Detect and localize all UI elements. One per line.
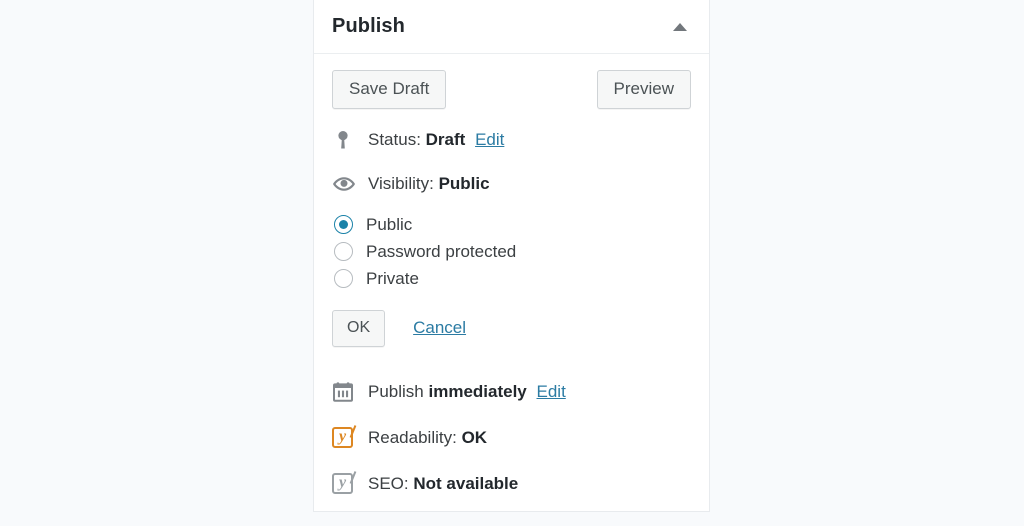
- seo-row: y SEO: Not available: [332, 469, 691, 499]
- visibility-option-private[interactable]: Private: [334, 265, 691, 292]
- visibility-ok-button[interactable]: OK: [332, 310, 386, 347]
- visibility-option-password[interactable]: Password protected: [334, 238, 691, 265]
- seo-label: SEO:: [368, 473, 409, 493]
- readability-row: y Readability: OK: [332, 423, 691, 453]
- radio-icon-private[interactable]: [334, 269, 353, 289]
- visibility-actions: OK Cancel: [332, 310, 691, 347]
- radio-icon-password[interactable]: [334, 242, 353, 262]
- seo-text: SEO: Not available: [368, 473, 518, 495]
- calendar-icon: [332, 381, 368, 403]
- visibility-cancel-link[interactable]: Cancel: [413, 318, 466, 338]
- visibility-value: Public: [438, 174, 490, 194]
- visibility-row: Visibility: Public: [332, 169, 691, 199]
- schedule-value: immediately: [428, 381, 527, 401]
- collapse-toggle-button[interactable]: [667, 14, 693, 40]
- schedule-label: Publish: [368, 381, 424, 401]
- visibility-options-list: Public Password protected Private: [334, 211, 691, 292]
- visibility-label: Visibility:: [368, 174, 434, 194]
- readability-value: OK: [461, 427, 488, 447]
- radio-icon-public[interactable]: [334, 215, 353, 235]
- schedule-row: Publish immediately Edit: [332, 377, 691, 407]
- page-title: Publish: [332, 15, 405, 37]
- save-draft-button[interactable]: Save Draft: [332, 70, 447, 110]
- visibility-option-label: Password protected: [366, 241, 517, 261]
- visibility-text: Visibility: Public: [368, 173, 490, 195]
- publish-metabox-header: Publish: [314, 0, 709, 54]
- yoast-seo-icon: y: [332, 471, 368, 495]
- caret-up-icon: [673, 22, 687, 31]
- schedule-edit-link[interactable]: Edit: [537, 382, 566, 401]
- status-text: Status: Draft Edit: [368, 129, 504, 151]
- pin-icon: [332, 129, 368, 151]
- visibility-option-public[interactable]: Public: [334, 211, 691, 238]
- preview-button[interactable]: Preview: [596, 70, 691, 110]
- publish-metabox: Publish Save Draft Preview Status: Draft…: [313, 0, 710, 512]
- schedule-text: Publish immediately Edit: [368, 381, 566, 403]
- eye-icon: [332, 174, 368, 194]
- publish-meta-group: Publish immediately Edit y Readability: …: [332, 377, 691, 499]
- readability-text: Readability: OK: [368, 427, 487, 449]
- status-edit-link[interactable]: Edit: [475, 130, 504, 149]
- readability-label: Readability:: [368, 427, 457, 447]
- status-value: Draft: [425, 130, 466, 150]
- seo-value: Not available: [413, 473, 519, 493]
- status-label: Status:: [368, 130, 421, 150]
- yoast-readability-icon: y: [332, 425, 368, 449]
- visibility-option-label: Private: [366, 268, 419, 288]
- status-row: Status: Draft Edit: [332, 125, 691, 155]
- visibility-option-label: Public: [366, 214, 413, 234]
- minor-publishing-actions: Save Draft Preview: [332, 70, 691, 110]
- publish-metabox-body: Save Draft Preview Status: Draft Edit Vi…: [314, 54, 709, 499]
